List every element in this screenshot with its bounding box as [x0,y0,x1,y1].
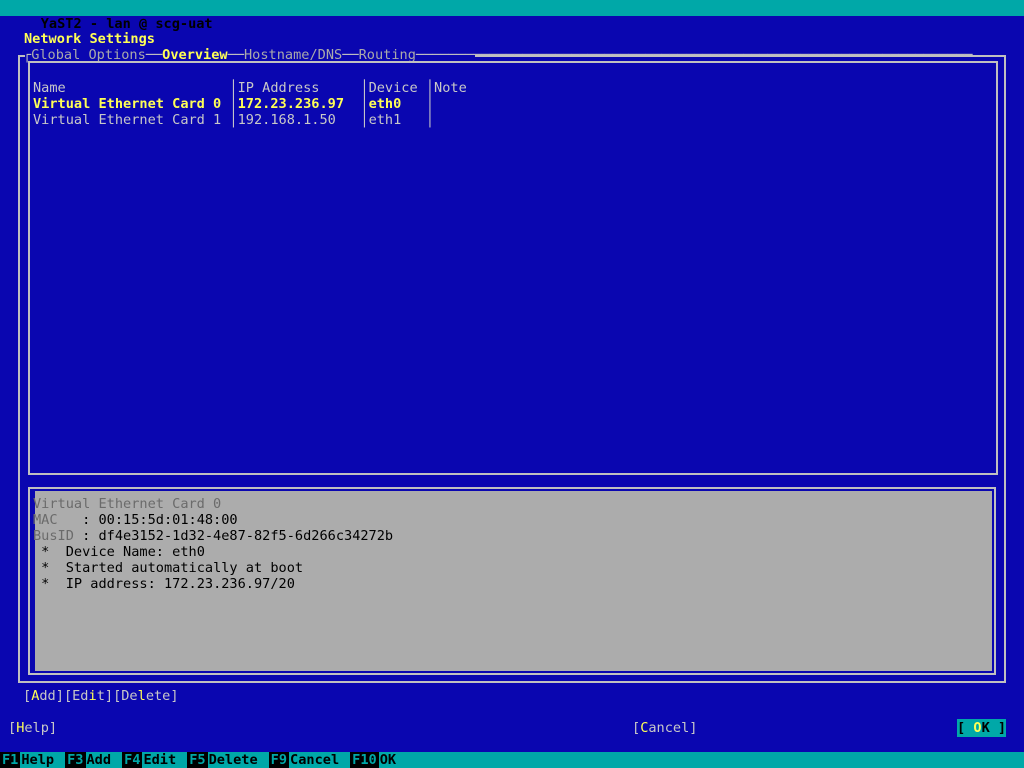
function-key-f4[interactable]: F4 [122,752,143,768]
bullet-icon: * [33,560,66,576]
function-key-label-ok[interactable]: OK [378,752,400,768]
table-row[interactable]: Virtual Ethernet Card 0 │172.23.236.97 │… [33,96,475,112]
table-column-separator: │ [425,96,435,112]
function-key-label-add[interactable]: Add [85,752,115,768]
detail-bullet-item: * Device Name: eth0 [33,544,393,560]
function-key-label-cancel[interactable]: Cancel [289,752,343,768]
function-key-f3[interactable]: F3 [65,752,86,768]
action-button-row[interactable]: [Add][Edit][Delete] [23,688,179,704]
function-key-spacer [57,752,66,768]
function-bar-fill [399,752,1024,768]
detail-bullet-text: Device Name: eth0 [65,544,205,560]
detail-field-label: BusID [33,528,74,544]
function-key-f9[interactable]: F9 [268,752,290,768]
cancel-button-pre: [ [632,720,641,736]
table-column-separator: │ [425,80,435,96]
detail-field-value: df4e3152-1d32-4e87-82f5-6d266c34272b [98,528,394,544]
cancel-button[interactable]: [Cancel] [632,720,697,736]
function-key-spacer [342,752,351,768]
add-button-post: dd] [39,688,64,704]
table-column-separator: │ [229,112,238,128]
delete-button-post: ete] [145,688,179,704]
table-cell-ip: 172.23.236.97 [237,96,361,112]
table-header-note: Note [434,80,475,96]
table-row[interactable]: Virtual Ethernet Card 1 │192.168.1.50 │e… [33,112,475,128]
delete-button[interactable]: [Delete] [113,688,179,704]
ok-button[interactable]: [ OK ] [957,719,1007,737]
detail-panel-text: Virtual Ethernet Card 0 MAC : 00:15:5d:01… [33,496,393,592]
edit-button[interactable]: [Edit] [64,688,113,704]
table-column-separator: │ [229,96,238,112]
detail-field: MAC : 00:15:5d:01:48:00 [33,512,393,528]
function-key-label-help[interactable]: Help [20,752,58,768]
table-cell-name: Virtual Ethernet Card 1 [33,112,230,128]
cancel-button-post: ancel] [648,720,698,736]
ok-button-post: K ] [981,720,1007,736]
detail-field-value: 00:15:5d:01:48:00 [98,512,238,528]
detail-field-label: MAC [33,512,74,528]
detail-field-separator: : [73,512,99,528]
table-column-separator: │ [229,80,238,96]
help-button[interactable]: [Help] [8,720,57,736]
edit-button-pre: [Ed [63,688,89,704]
detail-bullet-text: Started automatically at boot [65,560,304,576]
delete-button-pre: [De [113,688,138,704]
window-title-bar: YaST2 - lan @ scg-uat [0,0,1024,32]
table-column-separator: │ [425,112,435,128]
interface-table[interactable]: Name │IP Address │Device │Note Virtual E… [33,80,475,128]
detail-device-title: Virtual Ethernet Card 0 [33,496,393,512]
bullet-icon: * [33,576,66,592]
table-header-ip: IP Address [237,80,361,96]
table-header-row: Name │IP Address │Device │Note [33,80,475,96]
table-cell-device: eth0 [368,96,426,112]
detail-bullet-item: * IP address: 172.23.236.97/20 [33,576,393,592]
table-column-separator: │ [360,112,369,128]
table-header-name: Name [33,80,230,96]
function-key-f1[interactable]: F1 [0,752,21,768]
function-key-spacer [114,752,123,768]
function-key-bar: F1 Help F3 Add F4 Edit F5 Delete F9 Cancel F10 OK [0,752,1024,768]
table-cell-device: eth1 [368,112,426,128]
page-title: Network Settings [24,31,155,47]
detail-field-separator: : [73,528,99,544]
function-key-f5[interactable]: F5 [187,752,208,768]
bullet-icon: * [33,544,66,560]
detail-field: BusID : df4e3152-1d32-4e87-82f5-6d266c34… [33,528,393,544]
function-key-spacer [179,752,188,768]
add-button-pre: [ [23,688,32,704]
table-cell-ip: 192.168.1.50 [237,112,361,128]
edit-button-post: t] [96,688,114,704]
table-cell-note [434,112,475,128]
detail-bullet-text: IP address: 172.23.236.97/20 [65,576,295,592]
ok-button-hotkey: O [973,720,982,736]
add-button[interactable]: [Add] [23,688,64,704]
function-key-label-delete[interactable]: Delete [207,752,261,768]
detail-device-title-text: Virtual Ethernet Card 0 [33,496,222,512]
table-cell-note [434,96,475,112]
edit-button-hotkey: i [88,688,97,704]
help-button-post: elp] [24,720,58,736]
detail-bullet-item: * Started automatically at boot [33,560,393,576]
yast-terminal-screen: YaST2 - lan @ scg-uat Network Settings ┌… [0,0,1024,768]
table-column-separator: │ [360,96,369,112]
help-button-pre: [ [8,720,17,736]
function-key-label-edit[interactable]: Edit [142,752,180,768]
function-key-f10[interactable]: F10 [350,752,379,768]
table-cell-name: Virtual Ethernet Card 0 [33,96,230,112]
table-column-separator: │ [360,80,369,96]
table-header-device: Device [368,80,426,96]
function-key-spacer [260,752,269,768]
delete-button-hotkey: l [137,688,146,704]
window-title: YaST2 - lan @ scg-uat [40,16,213,32]
ok-button-pre: [ [957,720,974,736]
